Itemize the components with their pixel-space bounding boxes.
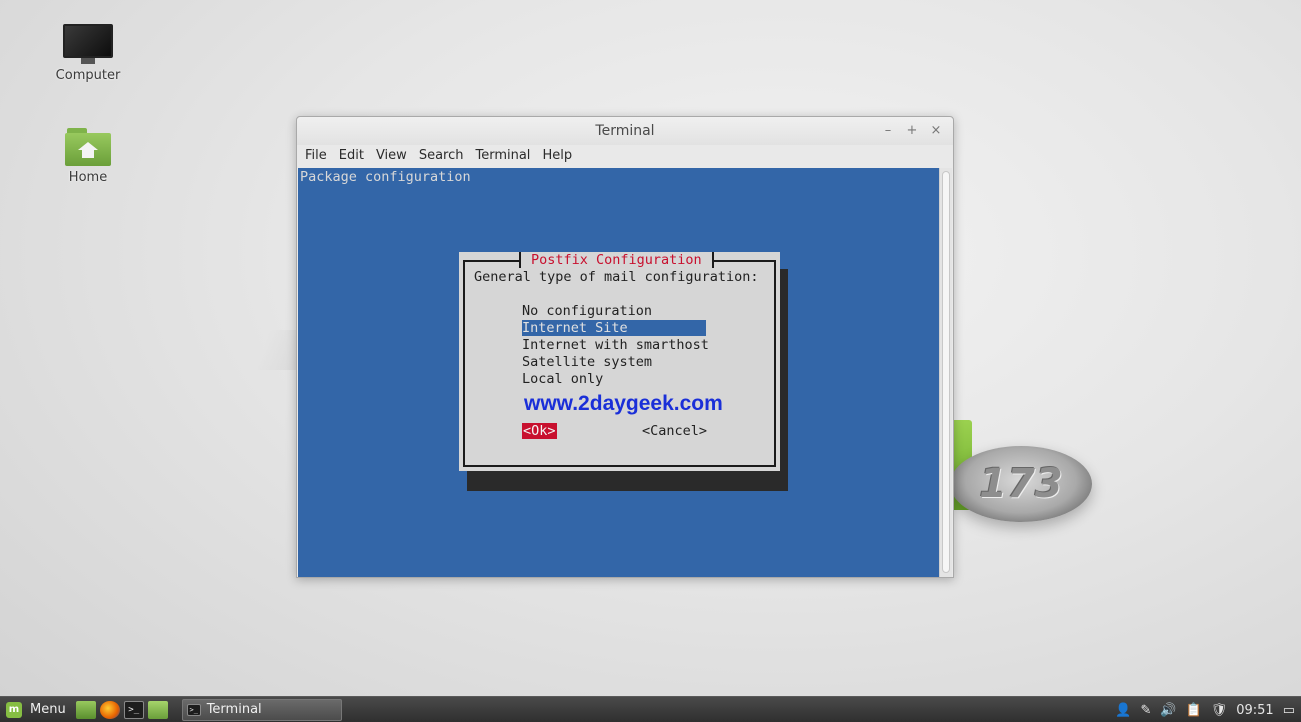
taskbar-item-terminal[interactable]: >_ Terminal bbox=[181, 698, 342, 721]
wallpaper-badge: 173 bbox=[950, 446, 1092, 522]
minimize-button[interactable]: – bbox=[881, 117, 895, 145]
show-windows-icon[interactable]: ▭ bbox=[1283, 703, 1295, 718]
desktop-icon-label: Computer bbox=[55, 68, 121, 83]
cancel-button[interactable]: <Cancel> bbox=[642, 423, 707, 439]
taskbar: m Menu >_ >_ Terminal 👤 ✎ 🔊 📋 🛡 09:51 ▭ bbox=[0, 696, 1301, 722]
shield-icon[interactable]: 🛡 bbox=[1211, 703, 1228, 718]
dialog-title: Postfix Configuration bbox=[519, 252, 714, 268]
terminal-icon: >_ bbox=[186, 703, 201, 716]
home-folder-icon bbox=[65, 128, 111, 166]
volume-icon[interactable]: 🔊 bbox=[1160, 703, 1176, 718]
option-internet-site[interactable]: Internet Site bbox=[522, 320, 706, 336]
window-title: Terminal bbox=[595, 123, 655, 139]
network-icon[interactable]: ✎ bbox=[1140, 703, 1151, 718]
taskbar-item-label: Terminal bbox=[206, 702, 262, 717]
terminal-scrollbar[interactable] bbox=[939, 168, 952, 577]
menu-file[interactable]: File bbox=[299, 145, 333, 167]
option-local-only[interactable]: Local only bbox=[522, 371, 603, 387]
menubar: File Edit View Search Terminal Help bbox=[297, 145, 953, 167]
postfix-dialog: Postfix Configuration General type of ma… bbox=[459, 252, 780, 471]
ok-button[interactable]: <Ok> bbox=[522, 423, 557, 439]
option-internet-with-smarthost[interactable]: Internet with smarthost bbox=[522, 337, 709, 353]
wallpaper-badge-text: 173 bbox=[979, 461, 1063, 507]
mint-logo-icon: m bbox=[6, 701, 22, 718]
menu-button[interactable]: m Menu bbox=[0, 701, 76, 718]
clock[interactable]: 09:51 bbox=[1236, 703, 1273, 718]
dialog-prompt: General type of mail configuration: bbox=[474, 269, 759, 285]
desktop-icon-label: Home bbox=[68, 170, 108, 185]
terminal-area[interactable]: Package configuration Postfix Configurat… bbox=[298, 168, 939, 577]
terminal-icon[interactable]: >_ bbox=[123, 700, 144, 719]
terminal-window[interactable]: Terminal – + × File Edit View Search Ter… bbox=[296, 116, 954, 578]
menu-edit[interactable]: Edit bbox=[333, 145, 370, 167]
maximize-button[interactable]: + bbox=[905, 117, 919, 145]
desktop-icon-computer[interactable]: Computer bbox=[48, 24, 128, 83]
system-tray: 👤 ✎ 🔊 📋 🛡 09:51 ▭ bbox=[1115, 697, 1295, 722]
files-icon[interactable] bbox=[147, 700, 168, 719]
firefox-icon[interactable] bbox=[99, 700, 120, 719]
menu-button-label: Menu bbox=[30, 702, 66, 717]
scrollbar-thumb[interactable] bbox=[942, 171, 950, 573]
menu-help[interactable]: Help bbox=[536, 145, 578, 167]
option-no-configuration[interactable]: No configuration bbox=[522, 303, 652, 319]
clipboard-icon[interactable]: 📋 bbox=[1186, 703, 1202, 718]
window-titlebar[interactable]: Terminal – + × bbox=[297, 117, 953, 145]
menu-terminal[interactable]: Terminal bbox=[469, 145, 536, 167]
package-configuration-header: Package configuration bbox=[300, 169, 471, 185]
user-icon[interactable]: 👤 bbox=[1115, 703, 1131, 718]
close-button[interactable]: × bbox=[929, 117, 943, 145]
desktop-icon-home[interactable]: Home bbox=[48, 128, 128, 185]
computer-icon bbox=[63, 24, 113, 64]
option-satellite-system[interactable]: Satellite system bbox=[522, 354, 652, 370]
menu-view[interactable]: View bbox=[370, 145, 413, 167]
show-desktop-icon[interactable] bbox=[75, 700, 96, 719]
watermark: www.2daygeek.com bbox=[524, 392, 723, 415]
menu-search[interactable]: Search bbox=[413, 145, 470, 167]
